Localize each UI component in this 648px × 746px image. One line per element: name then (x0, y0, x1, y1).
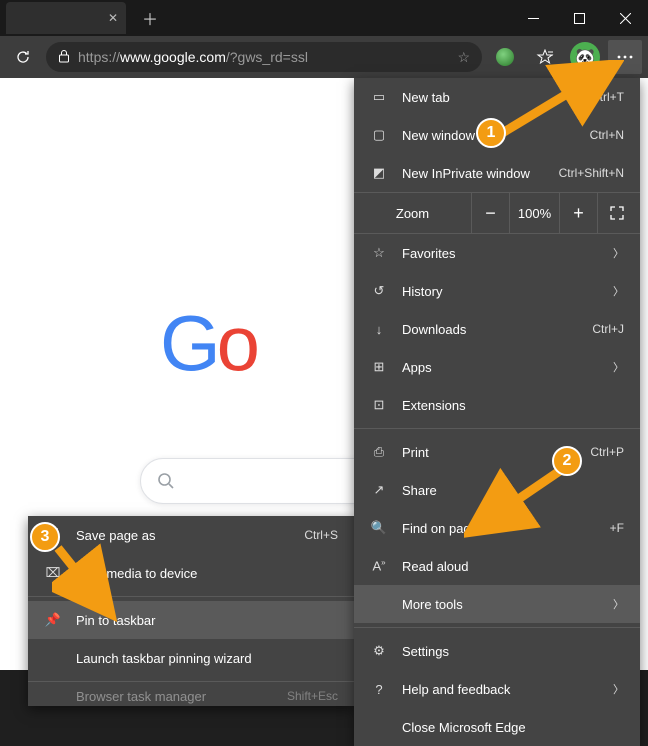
window-icon: ▢ (370, 127, 388, 143)
extension-icon[interactable] (488, 40, 522, 74)
close-tab-icon[interactable]: ✕ (108, 11, 118, 25)
menu-help[interactable]: ?Help and feedback〉 (354, 670, 640, 708)
more-tools-submenu: 🖫Save page asCtrl+S ⌧Cast media to devic… (28, 516, 354, 706)
cast-icon: ⌧ (44, 565, 62, 581)
print-icon: ⎙ (370, 444, 388, 460)
zoom-out-button[interactable]: − (472, 193, 510, 233)
menu-new-tab[interactable]: ▭New tabCtrl+T (354, 78, 640, 116)
favorites-icon[interactable] (528, 40, 562, 74)
toolbar: https://www.google.com/?gws_rd=ssl ☆ 🐼 (0, 36, 648, 78)
apps-icon: ⊞ (370, 359, 388, 375)
profile-avatar[interactable]: 🐼 (568, 40, 602, 74)
minimize-button[interactable] (510, 0, 556, 36)
address-bar[interactable]: https://www.google.com/?gws_rd=ssl ☆ (46, 42, 482, 72)
inprivate-icon: ◩ (370, 165, 388, 181)
history-icon: ↺ (370, 283, 388, 299)
submenu-cast[interactable]: ⌧Cast media to device (28, 554, 354, 592)
main-menu: ▭New tabCtrl+T ▢New windowCtrl+N ◩New In… (354, 78, 640, 746)
menu-more-tools[interactable]: More tools〉 (354, 585, 640, 623)
chevron-right-icon: 〉 (613, 681, 624, 697)
refresh-button[interactable] (6, 40, 40, 74)
annotation-badge-2: 2 (552, 446, 582, 476)
maximize-button[interactable] (556, 0, 602, 36)
more-menu-button[interactable] (608, 40, 642, 74)
download-icon: ↓ (370, 322, 388, 337)
annotation-badge-3: 3 (30, 522, 60, 552)
chevron-right-icon: 〉 (613, 596, 624, 612)
menu-close-edge[interactable]: Close Microsoft Edge (354, 708, 640, 746)
browser-tab[interactable]: ✕ (6, 2, 126, 34)
menu-extensions[interactable]: ⊡Extensions (354, 386, 640, 424)
url-text: https://www.google.com/?gws_rd=ssl (78, 49, 308, 65)
menu-settings[interactable]: ⚙Settings (354, 632, 640, 670)
annotation-badge-1: 1 (476, 118, 506, 148)
star-outline-icon[interactable]: ☆ (457, 49, 470, 66)
google-logo: Go (160, 298, 256, 389)
share-icon: ↗ (370, 482, 388, 498)
separator (28, 596, 354, 597)
menu-read-aloud[interactable]: A»Read aloud (354, 547, 640, 585)
gear-icon: ⚙ (370, 643, 388, 659)
close-button[interactable] (602, 0, 648, 36)
separator (354, 428, 640, 429)
menu-new-inprivate[interactable]: ◩New InPrivate windowCtrl+Shift+N (354, 154, 640, 192)
extensions-icon: ⊡ (370, 397, 388, 413)
submenu-save-as[interactable]: 🖫Save page asCtrl+S (28, 516, 354, 554)
find-icon: 🔍 (370, 520, 388, 536)
menu-favorites[interactable]: ☆Favorites〉 (354, 234, 640, 272)
chevron-right-icon: 〉 (613, 245, 624, 261)
search-icon (157, 472, 175, 490)
lock-icon (58, 49, 70, 66)
submenu-pin-wizard[interactable]: Launch taskbar pinning wizard (28, 639, 354, 677)
submenu-pin-taskbar[interactable]: 📌Pin to taskbar (28, 601, 354, 639)
star-icon: ☆ (370, 245, 388, 261)
zoom-value: 100% (510, 193, 560, 233)
chevron-right-icon: 〉 (613, 283, 624, 299)
pin-icon: 📌 (44, 612, 62, 628)
zoom-row: Zoom − 100% + (354, 192, 640, 234)
menu-share[interactable]: ↗Share (354, 471, 640, 509)
help-icon: ? (370, 682, 388, 697)
zoom-label: Zoom (354, 193, 472, 233)
window-controls (510, 0, 648, 36)
menu-find[interactable]: 🔍Find on page+F (354, 509, 640, 547)
menu-apps[interactable]: ⊞Apps〉 (354, 348, 640, 386)
separator (354, 627, 640, 628)
fullscreen-button[interactable] (598, 193, 636, 233)
read-aloud-icon: A» (370, 558, 388, 573)
chevron-right-icon: 〉 (613, 359, 624, 375)
submenu-task-manager[interactable]: Browser task managerShift+Esc (28, 686, 354, 706)
separator (28, 681, 354, 682)
menu-history[interactable]: ↺History〉 (354, 272, 640, 310)
zoom-in-button[interactable]: + (560, 193, 598, 233)
menu-print[interactable]: ⎙PrintCtrl+P (354, 433, 640, 471)
menu-downloads[interactable]: ↓DownloadsCtrl+J (354, 310, 640, 348)
titlebar: ✕ ＋ (0, 0, 648, 36)
new-tab-button[interactable]: ＋ (136, 6, 164, 30)
new-tab-icon: ▭ (370, 89, 388, 105)
